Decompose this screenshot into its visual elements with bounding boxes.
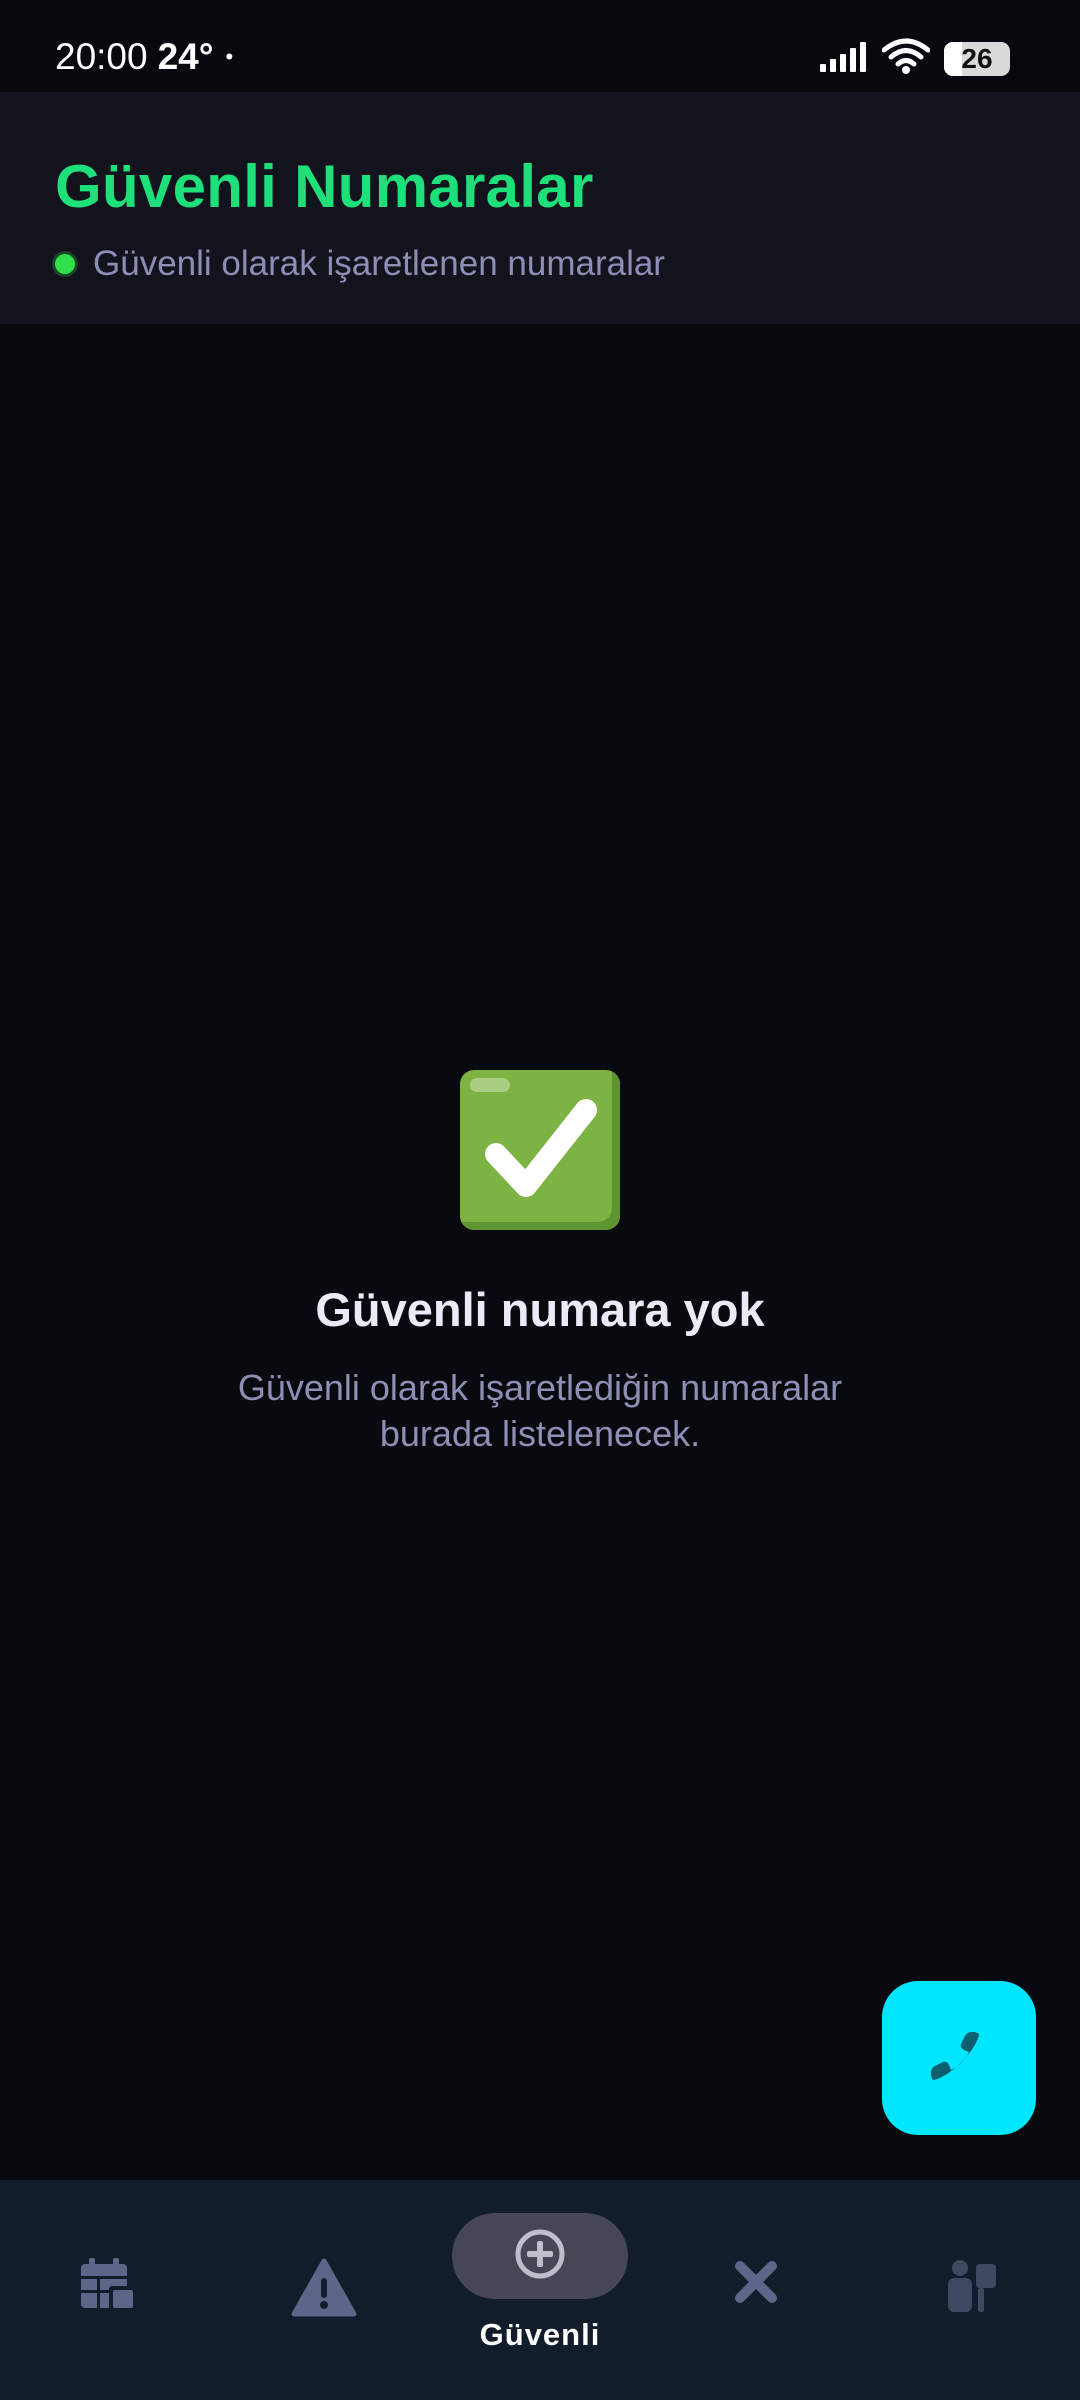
status-right: 26 xyxy=(818,38,1010,79)
signal-icon xyxy=(818,40,868,77)
battery-icon: 26 xyxy=(944,41,1010,76)
active-indicator xyxy=(452,2213,628,2299)
close-icon xyxy=(732,2258,780,2311)
wifi-icon xyxy=(881,38,931,79)
empty-state-title: Güvenli numara yok xyxy=(315,1283,765,1336)
nav-item-guvenli[interactable]: Güvenli xyxy=(432,2180,648,2400)
page-subtitle: Güvenli olarak işaretlenen numaralar xyxy=(93,244,665,283)
warning-icon xyxy=(291,2258,357,2323)
status-dot-icon xyxy=(55,254,75,274)
settings-icon xyxy=(944,2258,1000,2319)
status-dot: • xyxy=(225,44,234,69)
nav-item-warning[interactable] xyxy=(216,2180,432,2400)
call-fab-button[interactable] xyxy=(882,1981,1036,2135)
page-title: Güvenli Numaralar xyxy=(55,153,594,220)
page-header: Güvenli Numaralar Güvenli olarak işaretl… xyxy=(0,92,1080,324)
nav-item-settings[interactable] xyxy=(864,2180,1080,2400)
battery-level: 26 xyxy=(961,42,993,74)
status-left: 20:00 24° • xyxy=(55,36,233,78)
nav-label-guvenli: Güvenli xyxy=(479,2317,601,2352)
add-circle-icon xyxy=(514,2228,566,2285)
calendar-icon xyxy=(79,2258,137,2317)
status-bar: 20:00 24° • 26 xyxy=(0,0,1080,92)
status-time: 20:00 xyxy=(55,36,148,77)
empty-state-description: Güvenli olarak işaretlediğin numaralar b… xyxy=(237,1367,843,1454)
nav-item-calendar[interactable] xyxy=(0,2180,216,2400)
subtitle-row: Güvenli olarak işaretlenen numaralar xyxy=(55,244,665,284)
bottom-navigation: Güvenli xyxy=(0,2180,1080,2400)
empty-state: Güvenli numara yok Güvenli olarak işaret… xyxy=(0,1070,1080,1457)
phone-icon xyxy=(929,2026,989,2091)
nav-item-blocked[interactable] xyxy=(648,2180,864,2400)
check-mark-icon xyxy=(460,1070,620,1230)
status-temperature: 24° xyxy=(157,36,214,77)
